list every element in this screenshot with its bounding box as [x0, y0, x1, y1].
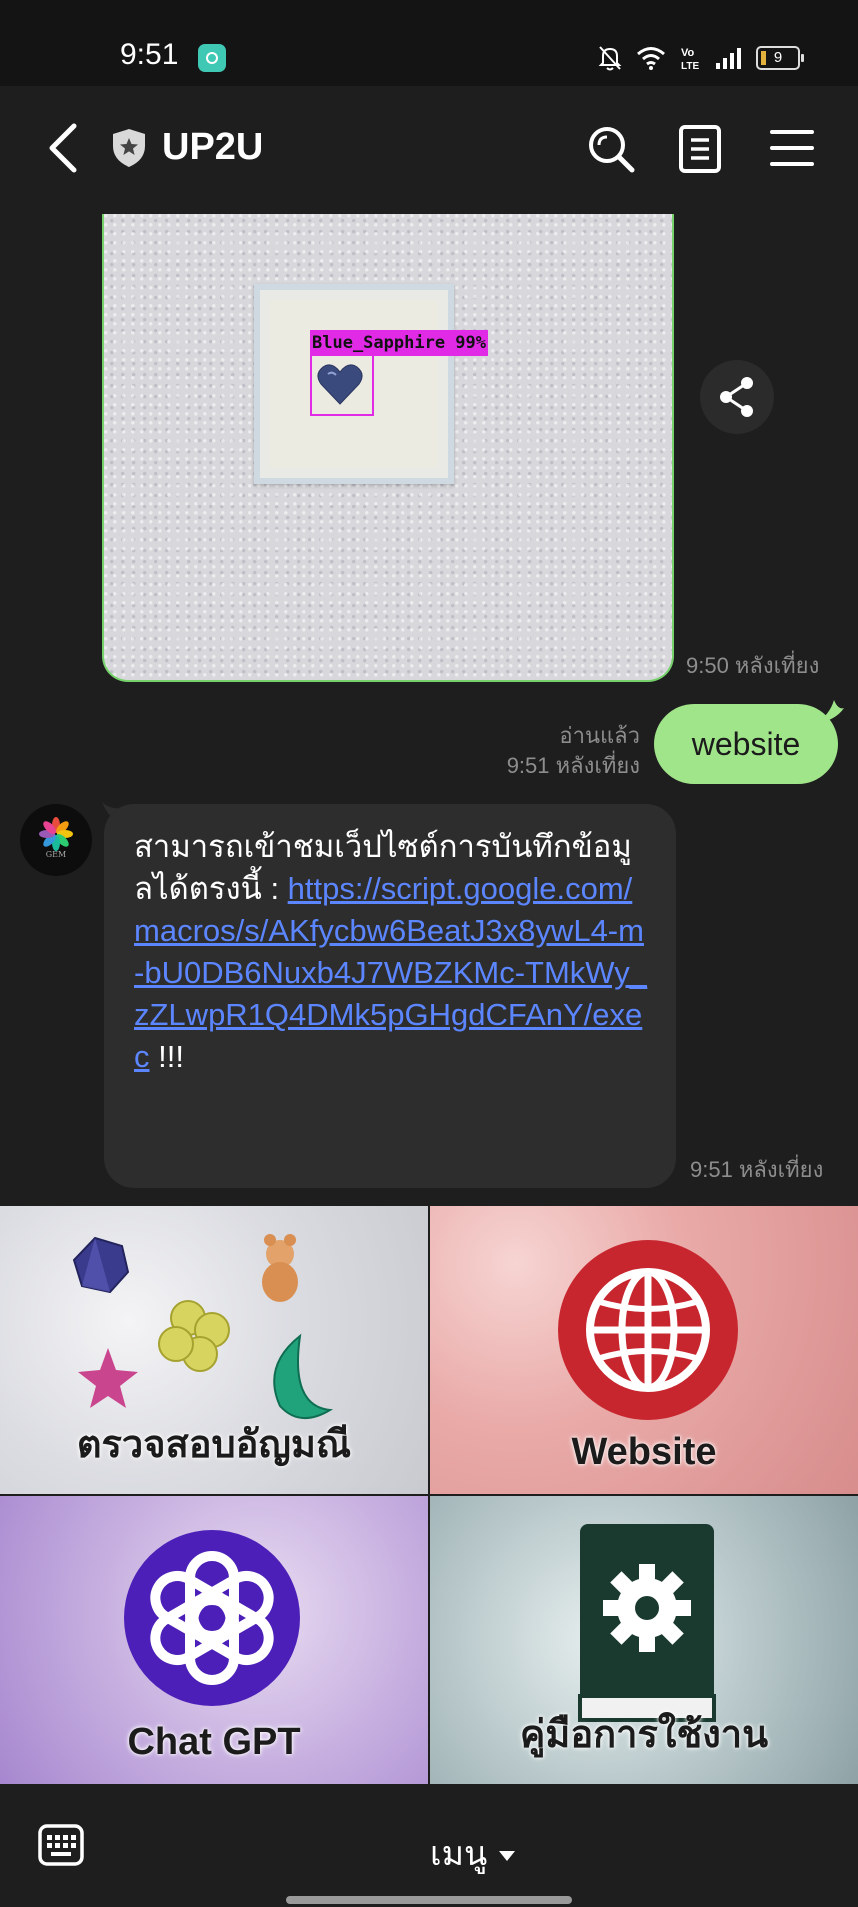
back-arrow-icon[interactable]	[42, 122, 82, 174]
detection-image[interactable]: Blue_Sapphire 99%	[102, 214, 674, 682]
hamburger-menu-icon[interactable]	[768, 126, 816, 170]
menu-toggle-label: เมนู	[430, 1835, 488, 1873]
detection-label: Blue_Sapphire 99%	[310, 330, 488, 356]
chat-title: UP2U	[162, 126, 264, 168]
notification-app-icon	[198, 44, 226, 72]
sent-message-bubble[interactable]: website	[654, 704, 838, 784]
rich-menu-manual[interactable]: คู่มือการใช้งาน	[430, 1496, 858, 1784]
rich-menu-check-gem[interactable]: ตรวจสอบอัญมณี	[0, 1206, 428, 1494]
rich-menu-label-website: Website	[571, 1431, 717, 1473]
bottom-bar: เมนู	[0, 1786, 858, 1907]
received-message-text: สามารถเข้าชมเว็ปไซต์การบันทึกข้อมูลได้ตร…	[134, 826, 650, 1078]
home-indicator[interactable]	[286, 1896, 572, 1904]
rich-menu-label-check-gem: ตรวจสอบอัญมณี	[76, 1424, 352, 1466]
received-message-suffix: !!!	[149, 1039, 184, 1074]
battery-icon: 9	[756, 46, 804, 70]
sent-timestamp: 9:51 หลังเที่ยง	[506, 753, 640, 778]
rich-menu-label-manual: คู่มือการใช้งาน	[519, 1714, 769, 1756]
share-icon	[720, 377, 753, 417]
caret-down-icon	[499, 1851, 516, 1862]
svg-text:LTE: LTE	[681, 61, 699, 71]
status-icons: Vo LTE 9	[598, 40, 804, 76]
received-message-bubble: สามารถเข้าชมเว็ปไซต์การบันทึกข้อมูลได้ตร…	[104, 804, 676, 1188]
rich-menu: ตรวจสอบอัญมณี Website Chat GPT คู่มือการ…	[0, 1206, 858, 1786]
mute-bell-icon	[598, 46, 622, 71]
share-button[interactable]	[700, 360, 774, 434]
volte-icon: Vo LTE	[681, 47, 699, 71]
image-timestamp: 9:50 หลังเที่ยง	[686, 653, 820, 678]
rich-menu-website[interactable]: Website	[430, 1206, 858, 1494]
notes-icon[interactable]	[678, 124, 722, 174]
gem-logo-icon	[39, 817, 73, 851]
status-time: 9:51	[120, 38, 179, 71]
status-bar: 9:51 Vo LTE 9	[0, 0, 858, 86]
official-shield-icon	[113, 129, 145, 167]
svg-text:Vo: Vo	[681, 47, 695, 59]
rich-menu-chat-gpt[interactable]: Chat GPT	[0, 1496, 428, 1784]
signal-icon	[716, 48, 741, 69]
wifi-icon	[637, 47, 665, 70]
keyboard-icon[interactable]	[38, 1824, 84, 1866]
rich-menu-label-chat-gpt: Chat GPT	[127, 1721, 301, 1763]
menu-toggle-button[interactable]: เมนู	[430, 1826, 516, 1880]
detection-bounding-box	[310, 354, 374, 416]
sender-avatar[interactable]: GEM	[20, 804, 92, 876]
search-icon[interactable]	[586, 124, 636, 174]
received-timestamp: 9:51 หลังเที่ยง	[690, 1157, 824, 1182]
chat-header: UP2U	[0, 86, 858, 210]
avatar-label: GEM	[45, 850, 67, 859]
